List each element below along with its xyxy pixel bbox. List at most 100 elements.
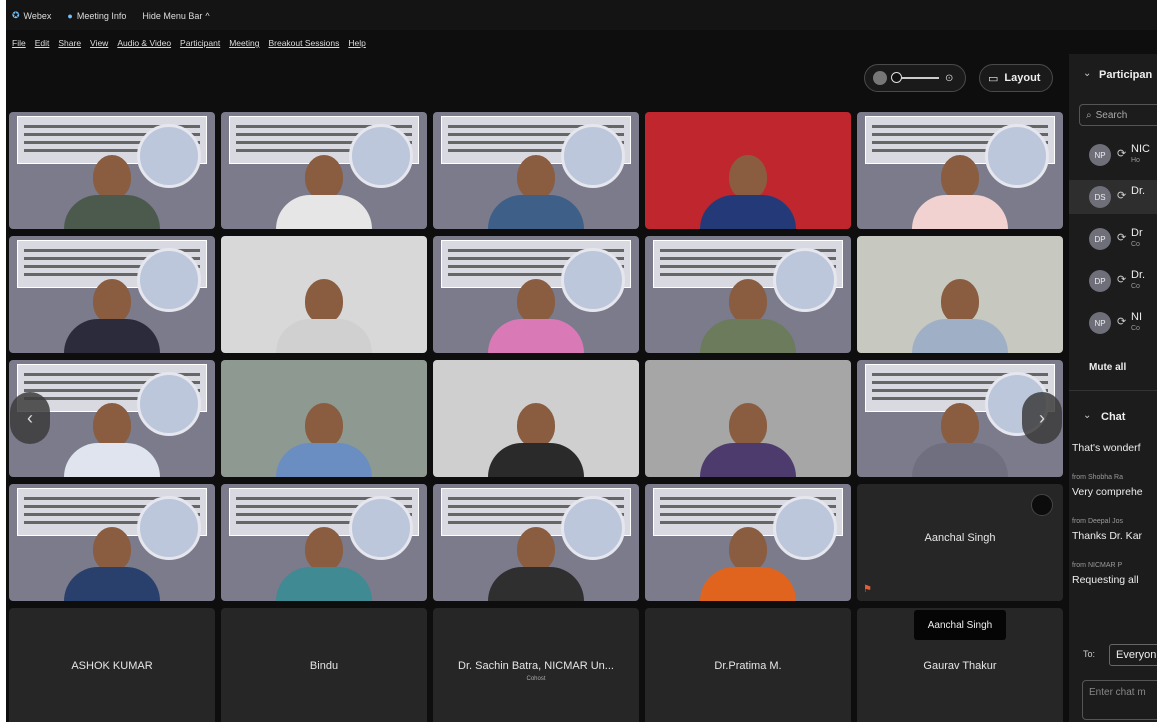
video-tile[interactable]	[433, 360, 639, 477]
video-tile[interactable]	[645, 360, 851, 477]
participant-shirt	[700, 443, 796, 477]
menu-item-help[interactable]: Help	[348, 38, 365, 48]
layout-label: Layout	[1004, 72, 1041, 84]
search-icon: ⌕	[1086, 109, 1092, 121]
avatar: DS	[1089, 186, 1111, 208]
microphone-icon[interactable]: ⟳	[1117, 315, 1126, 328]
participant-list-item[interactable]: DP ⟳ Dr Co	[1069, 222, 1157, 256]
slider-track[interactable]	[891, 72, 939, 83]
menu-item-file[interactable]: File	[12, 38, 26, 48]
menu-item-share[interactable]: Share	[58, 38, 81, 48]
video-tile[interactable]	[221, 112, 427, 229]
participant-video	[912, 403, 1008, 477]
participant-video	[276, 527, 372, 601]
participant-video	[276, 403, 372, 477]
microphone-icon[interactable]: ⟳	[1117, 189, 1126, 202]
microphone-icon[interactable]: ⟳	[1117, 273, 1126, 286]
participant-name: Dr	[1131, 227, 1143, 239]
participant-video	[488, 279, 584, 353]
menu-item-edit[interactable]: Edit	[35, 38, 50, 48]
participant-head	[941, 155, 979, 199]
video-tile[interactable]: Aanchal Singh ⚑	[857, 484, 1063, 601]
meeting-info-label: Meeting Info	[76, 10, 127, 21]
menu-item-meeting[interactable]: Meeting	[229, 38, 259, 48]
video-tile[interactable]	[857, 236, 1063, 353]
video-tile[interactable]	[857, 112, 1063, 229]
participant-name: Dr.	[1131, 185, 1146, 197]
zoom-icon: ⊙	[945, 72, 954, 84]
participant-shirt	[488, 195, 584, 229]
participant-role: Co	[1131, 283, 1140, 290]
webex-icon: ✪	[12, 10, 20, 20]
video-size-slider[interactable]: ⊙	[864, 64, 966, 92]
tile-options-icon[interactable]	[1031, 494, 1053, 516]
microphone-icon[interactable]: ⟳	[1117, 231, 1126, 244]
participant-list-item[interactable]: NP ⟳ NIC Ho	[1069, 138, 1157, 172]
hide-menu-bar-button[interactable]: Hide Menu Bar ^	[142, 11, 209, 21]
participant-name: Gaurav Thakur	[923, 660, 997, 672]
previous-page-button[interactable]: ‹	[10, 392, 50, 444]
participant-shirt	[276, 319, 372, 353]
participant-list-item[interactable]: NP ⟳ NI Co	[1069, 306, 1157, 340]
menu-item-breakout-sessions[interactable]: Breakout Sessions	[268, 38, 339, 48]
video-tile[interactable]: Dr. Sachin Batra, NICMAR Un... Cohost	[433, 608, 639, 722]
layout-icon: ▭	[988, 72, 999, 85]
participant-head	[729, 279, 767, 323]
mute-all-button[interactable]: Mute all	[1089, 362, 1126, 373]
participants-header[interactable]: ⌄ Participan	[1069, 68, 1157, 88]
participant-shirt	[700, 319, 796, 353]
participant-shirt	[488, 319, 584, 353]
video-tile[interactable]	[645, 484, 851, 601]
participant-name: Dr.Pratima M.	[714, 660, 782, 672]
chevron-down-icon: ⌄	[1083, 68, 1092, 79]
participant-name: Aanchal Singh	[924, 532, 996, 544]
participant-video	[64, 279, 160, 353]
menu-item-participant[interactable]: Participant	[180, 38, 220, 48]
video-tile[interactable]: ASHOK KUMAR	[9, 608, 215, 722]
video-tile[interactable]	[221, 484, 427, 601]
meeting-info-button[interactable]: ● Meeting Info	[67, 11, 126, 21]
video-tile[interactable]: Dr.Pratima M.	[645, 608, 851, 722]
menu-item-view[interactable]: View	[90, 38, 108, 48]
microphone-icon[interactable]: ⟳	[1117, 147, 1126, 160]
participant-head	[305, 155, 343, 199]
chat-input[interactable]: Enter chat m	[1082, 680, 1157, 720]
participant-video	[64, 155, 160, 229]
video-tile[interactable]	[433, 484, 639, 601]
title-bar: ✪ Webex ● Meeting Info Hide Menu Bar ^	[6, 0, 1157, 30]
video-tile[interactable]	[221, 360, 427, 477]
participant-video	[64, 527, 160, 601]
video-tile[interactable]	[9, 112, 215, 229]
participant-video	[700, 155, 796, 229]
video-tile[interactable]	[9, 236, 215, 353]
participant-head	[941, 279, 979, 323]
next-page-button[interactable]: ›	[1022, 392, 1062, 444]
avatar: NP	[1089, 144, 1111, 166]
slider-thumb[interactable]	[891, 72, 902, 83]
participant-head	[93, 403, 131, 447]
menu-item-audio-video[interactable]: Audio & Video	[117, 38, 171, 48]
participant-search-input[interactable]: ⌕ Search	[1079, 104, 1157, 126]
video-tile[interactable]	[9, 484, 215, 601]
video-tile[interactable]: Bindu	[221, 608, 427, 722]
participant-head	[305, 279, 343, 323]
participant-head	[93, 155, 131, 199]
participant-name: ASHOK KUMAR	[71, 660, 153, 672]
participant-list-item[interactable]: DP ⟳ Dr. Co	[1069, 264, 1157, 298]
layout-button[interactable]: ▭ Layout	[979, 64, 1053, 92]
info-icon: ●	[67, 10, 73, 21]
video-tile[interactable]	[433, 112, 639, 229]
chat-message-sender: from Deepal Jos	[1072, 518, 1123, 525]
participant-video	[488, 527, 584, 601]
video-tile[interactable]	[221, 236, 427, 353]
webex-logo[interactable]: ✪ Webex	[12, 10, 51, 21]
participant-list-item[interactable]: DS ⟳ Dr.	[1069, 180, 1157, 214]
video-tile[interactable]	[433, 236, 639, 353]
video-tile[interactable]	[645, 112, 851, 229]
chat-message-sender: from NICMAR P	[1072, 562, 1123, 569]
divider	[1069, 390, 1157, 391]
participant-shirt	[912, 319, 1008, 353]
chat-header[interactable]: ⌄ Chat	[1069, 410, 1157, 430]
chat-recipient-select[interactable]: Everyon	[1109, 644, 1157, 666]
video-tile[interactable]	[645, 236, 851, 353]
